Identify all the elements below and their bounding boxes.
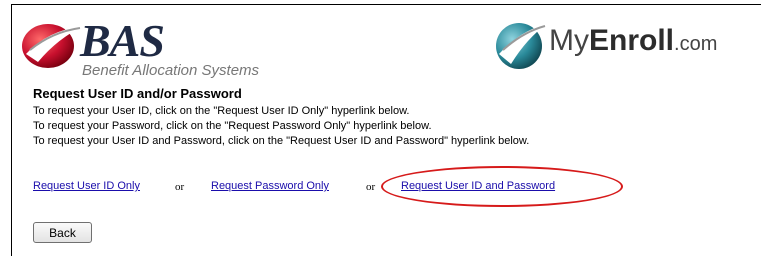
- or-separator: or: [175, 181, 185, 193]
- back-button[interactable]: Back: [33, 222, 92, 243]
- request-password-only-link[interactable]: Request Password Only: [211, 180, 329, 192]
- bas-wordmark: BAS: [80, 15, 165, 66]
- bas-subtitle: Benefit Allocation Systems: [82, 62, 260, 79]
- request-user-id-and-password-link[interactable]: Request User ID and Password: [401, 180, 555, 192]
- or-separator: or: [366, 181, 376, 193]
- links-row: Request User ID and Password: [401, 180, 555, 192]
- request-user-id-only-link[interactable]: Request User ID Only: [33, 180, 140, 192]
- links-row: Request Password Only: [211, 180, 329, 192]
- myenroll-logo: MyEnroll.com: [493, 14, 733, 78]
- myenroll-wordmark: MyEnroll.com: [549, 24, 718, 57]
- instruction-line: To request your Password, click on the "…: [33, 120, 432, 132]
- bas-logo: BAS Benefit Allocation Systems: [18, 14, 260, 79]
- instruction-line: To request your User ID, click on the "R…: [33, 105, 410, 117]
- instruction-line: To request your User ID and Password, cl…: [33, 135, 530, 147]
- links-row: Request User ID Only: [33, 180, 140, 192]
- page-title: Request User ID and/or Password: [33, 86, 242, 101]
- myenroll-swoosh-icon: [496, 23, 547, 69]
- bas-swoosh-icon: [22, 24, 84, 68]
